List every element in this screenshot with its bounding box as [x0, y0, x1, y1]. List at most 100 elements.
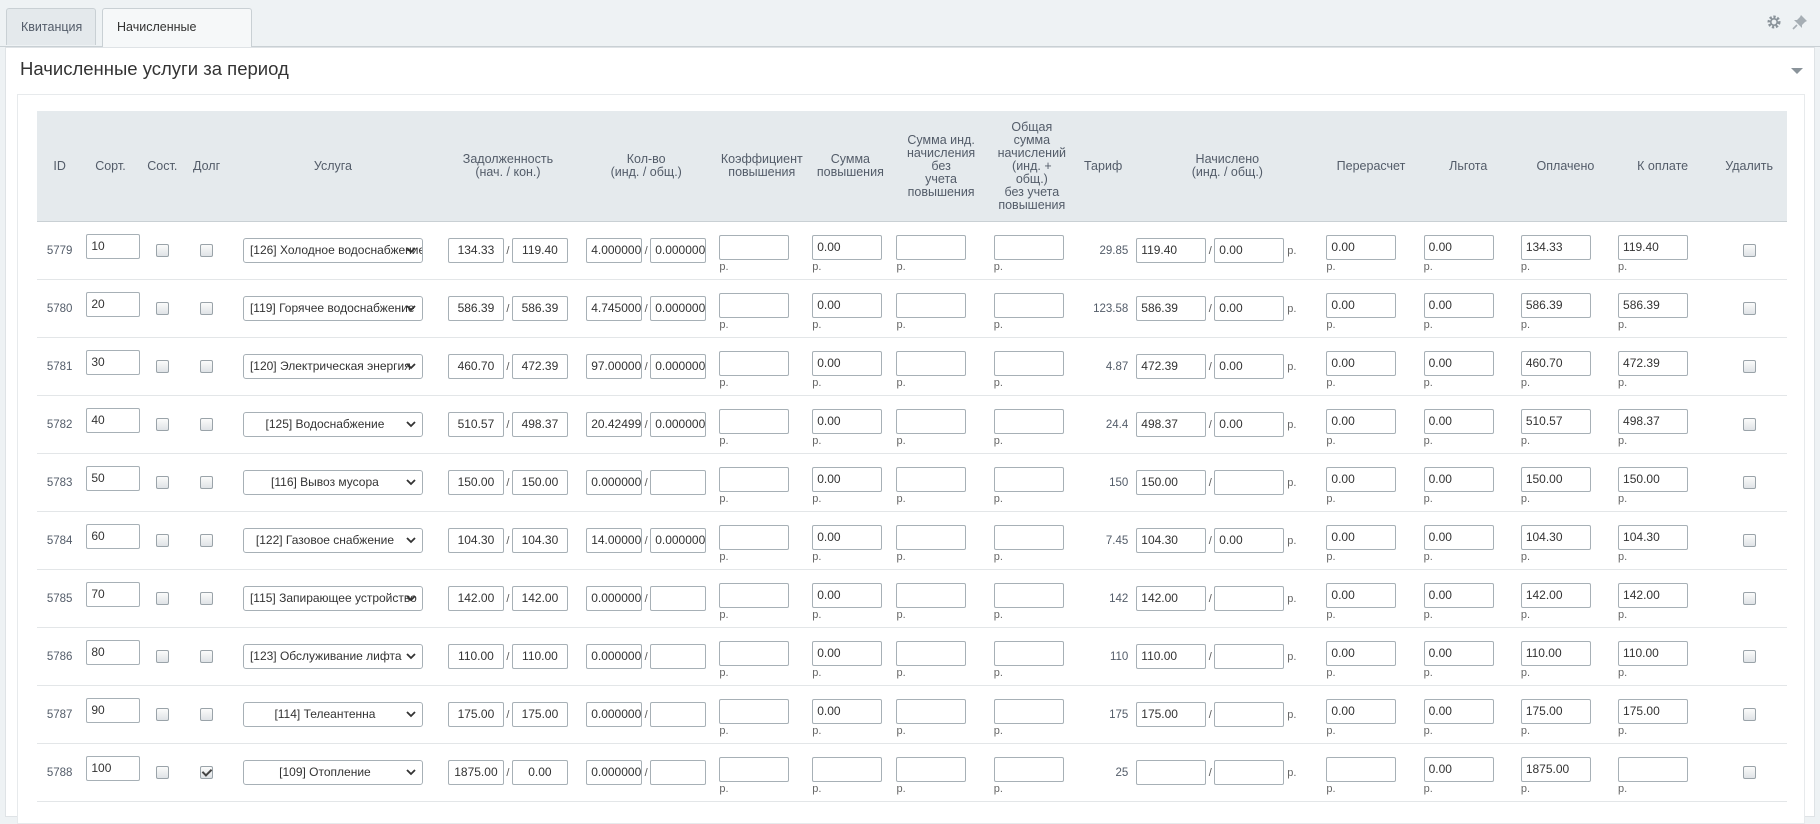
- paid-input[interactable]: 142.00: [1520, 583, 1591, 608]
- arrears-end-input[interactable]: 142.00: [511, 586, 568, 611]
- debt-checkbox[interactable]: [200, 708, 214, 721]
- service-select[interactable]: [122] Газовое снабжение: [242, 528, 423, 553]
- state-checkbox[interactable]: [155, 534, 169, 547]
- quantity-common-input[interactable]: 0.000000: [650, 412, 707, 437]
- delete-checkbox[interactable]: [1742, 244, 1756, 257]
- ind-sum-input[interactable]: [896, 235, 967, 260]
- charged-ind-input[interactable]: 119.40: [1136, 238, 1207, 263]
- raise-coef-input[interactable]: [719, 351, 790, 376]
- arrears-end-input[interactable]: 472.39: [511, 354, 568, 379]
- raise-sum-input[interactable]: 0.00: [812, 293, 883, 318]
- state-checkbox[interactable]: [155, 244, 169, 257]
- delete-checkbox[interactable]: [1742, 534, 1756, 547]
- charged-common-input[interactable]: [1214, 470, 1285, 495]
- charged-common-input[interactable]: 0.00: [1214, 412, 1285, 437]
- ind-sum-input[interactable]: [896, 699, 967, 724]
- benefit-input[interactable]: 0.00: [1423, 757, 1494, 782]
- delete-checkbox[interactable]: [1742, 650, 1756, 663]
- recalc-input[interactable]: [1326, 757, 1397, 782]
- raise-coef-input[interactable]: [719, 641, 790, 666]
- charged-ind-input[interactable]: 104.30: [1136, 528, 1207, 553]
- quantity-ind-input[interactable]: 0.000000: [586, 470, 643, 495]
- paid-input[interactable]: 1875.00: [1520, 757, 1591, 782]
- service-select[interactable]: [123] Обслуживание лифта: [242, 644, 423, 669]
- recalc-input[interactable]: 0.00: [1326, 293, 1397, 318]
- delete-checkbox[interactable]: [1742, 766, 1756, 779]
- service-select[interactable]: [115] Запирающее устройство: [242, 586, 423, 611]
- sort-input[interactable]: 20: [86, 292, 141, 317]
- ind-sum-input[interactable]: [896, 293, 967, 318]
- charged-common-input[interactable]: 0.00: [1214, 354, 1285, 379]
- quantity-ind-input[interactable]: 4.745000: [586, 296, 643, 321]
- paid-input[interactable]: 110.00: [1520, 641, 1591, 666]
- ind-sum-input[interactable]: [896, 525, 967, 550]
- sort-input[interactable]: 30: [86, 350, 141, 375]
- ind-sum-input[interactable]: [896, 757, 967, 782]
- paid-input[interactable]: 104.30: [1520, 525, 1591, 550]
- benefit-input[interactable]: 0.00: [1423, 351, 1494, 376]
- arrears-start-input[interactable]: 134.33: [447, 238, 504, 263]
- recalc-input[interactable]: 0.00: [1326, 525, 1397, 550]
- raise-sum-input[interactable]: 0.00: [812, 699, 883, 724]
- recalc-input[interactable]: 0.00: [1326, 699, 1397, 724]
- arrears-end-input[interactable]: 119.40: [511, 238, 568, 263]
- sort-input[interactable]: 100: [86, 756, 141, 781]
- state-checkbox[interactable]: [155, 766, 169, 779]
- arrears-end-input[interactable]: 586.39: [511, 296, 568, 321]
- arrears-end-input[interactable]: 498.37: [511, 412, 568, 437]
- raise-coef-input[interactable]: [719, 409, 790, 434]
- raise-coef-input[interactable]: [719, 699, 790, 724]
- paid-input[interactable]: 460.70: [1520, 351, 1591, 376]
- benefit-input[interactable]: 0.00: [1423, 467, 1494, 492]
- debt-checkbox[interactable]: [200, 476, 214, 489]
- sort-input[interactable]: 50: [86, 466, 141, 491]
- benefit-input[interactable]: 0.00: [1423, 699, 1494, 724]
- service-select[interactable]: [126] Холодное водоснабжение: [242, 238, 423, 263]
- total-sum-input[interactable]: [993, 525, 1064, 550]
- charged-ind-input[interactable]: 150.00: [1136, 470, 1207, 495]
- raise-coef-input[interactable]: [719, 525, 790, 550]
- paid-input[interactable]: 510.57: [1520, 409, 1591, 434]
- sort-input[interactable]: 80: [86, 640, 141, 665]
- service-select[interactable]: [125] Водоснабжение: [242, 412, 423, 437]
- charged-common-input[interactable]: 0.00: [1214, 528, 1285, 553]
- quantity-common-input[interactable]: 0.000000: [650, 354, 707, 379]
- raise-sum-input[interactable]: 0.00: [812, 235, 883, 260]
- debt-checkbox[interactable]: [200, 302, 214, 315]
- to-pay-input[interactable]: 142.00: [1618, 583, 1689, 608]
- debt-checkbox[interactable]: [200, 360, 214, 373]
- gear-icon[interactable]: [1766, 14, 1782, 30]
- arrears-start-input[interactable]: 104.30: [447, 528, 504, 553]
- recalc-input[interactable]: 0.00: [1326, 641, 1397, 666]
- total-sum-input[interactable]: [993, 583, 1064, 608]
- charged-ind-input[interactable]: 175.00: [1136, 702, 1207, 727]
- charged-common-input[interactable]: [1214, 702, 1285, 727]
- benefit-input[interactable]: 0.00: [1423, 409, 1494, 434]
- charged-ind-input[interactable]: 142.00: [1136, 586, 1207, 611]
- quantity-ind-input[interactable]: 20.424990: [586, 412, 643, 437]
- ind-sum-input[interactable]: [896, 641, 967, 666]
- quantity-common-input[interactable]: [650, 586, 707, 611]
- arrears-end-input[interactable]: 150.00: [511, 470, 568, 495]
- charged-ind-input[interactable]: [1136, 760, 1207, 785]
- state-checkbox[interactable]: [155, 302, 169, 315]
- debt-checkbox[interactable]: [200, 592, 214, 605]
- collapse-arrow-icon[interactable]: [1790, 66, 1804, 76]
- arrears-start-input[interactable]: 586.39: [447, 296, 504, 321]
- arrears-start-input[interactable]: 150.00: [447, 470, 504, 495]
- total-sum-input[interactable]: [993, 409, 1064, 434]
- benefit-input[interactable]: 0.00: [1423, 583, 1494, 608]
- raise-sum-input[interactable]: 0.00: [812, 583, 883, 608]
- arrears-start-input[interactable]: 110.00: [447, 644, 504, 669]
- to-pay-input[interactable]: 586.39: [1618, 293, 1689, 318]
- ind-sum-input[interactable]: [896, 583, 967, 608]
- raise-sum-input[interactable]: [812, 757, 883, 782]
- state-checkbox[interactable]: [155, 476, 169, 489]
- state-checkbox[interactable]: [155, 360, 169, 373]
- tab-receipt[interactable]: Квитанция: [6, 8, 96, 45]
- raise-sum-input[interactable]: 0.00: [812, 525, 883, 550]
- charged-common-input[interactable]: 0.00: [1214, 296, 1285, 321]
- debt-checkbox[interactable]: [200, 418, 214, 431]
- arrears-start-input[interactable]: 460.70: [447, 354, 504, 379]
- benefit-input[interactable]: 0.00: [1423, 525, 1494, 550]
